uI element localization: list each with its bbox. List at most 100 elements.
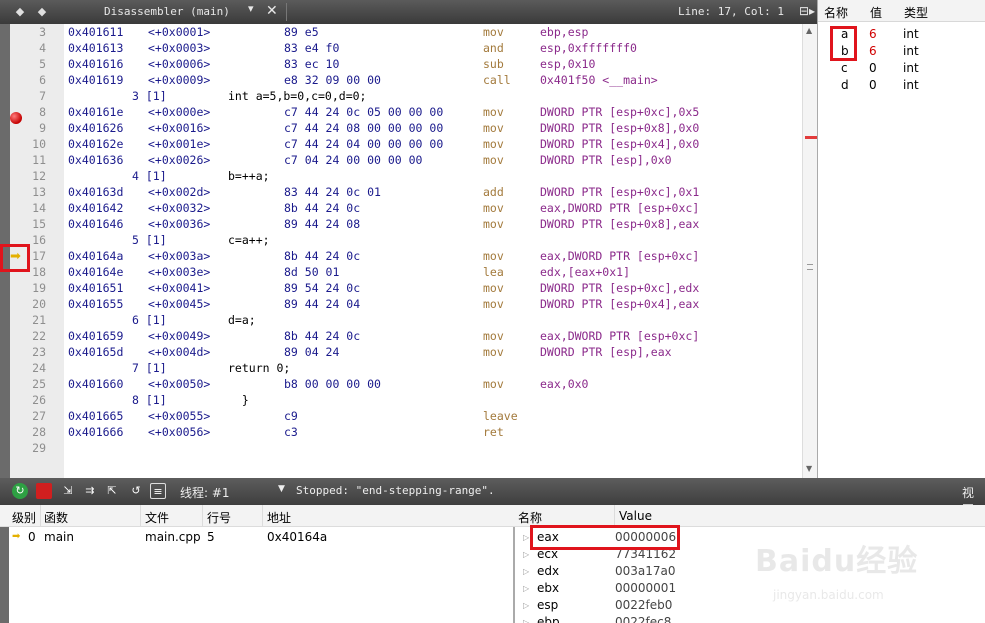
line-number: 11 xyxy=(32,153,46,167)
code-line[interactable]: 28 0x401666 <+0x0056> c3 ret xyxy=(10,424,802,440)
watch-name: c xyxy=(841,61,848,75)
expand-icon[interactable]: ▷ xyxy=(523,618,529,623)
opcode-bytes: 89 44 24 08 xyxy=(284,217,361,231)
code-line[interactable]: 8 0x40161e <+0x000e> c7 44 24 0c 05 00 00 0… xyxy=(10,104,802,120)
expand-icon[interactable]: ▷ xyxy=(523,584,529,593)
windows-menu-icon[interactable]: ≡ xyxy=(150,483,166,499)
register-value: 00000001 xyxy=(615,581,677,595)
column-divider[interactable] xyxy=(262,505,263,527)
mnemonic: mov xyxy=(483,25,504,39)
line-number: 12 xyxy=(32,169,46,183)
code-line[interactable]: 6 0x401619 <+0x0009> e8 32 09 00 00 call 0x40… xyxy=(10,72,802,88)
reg-col-name[interactable]: 名称 xyxy=(518,509,542,526)
cs-col-address[interactable]: 地址 xyxy=(267,509,291,526)
run-to-cursor-icon[interactable]: ↺ xyxy=(128,483,144,499)
code-line[interactable]: 13 0x40163d <+0x002d> 83 44 24 0c 01 add DWOR… xyxy=(10,184,802,200)
close-icon[interactable]: ✕ xyxy=(266,3,278,19)
step-over-icon[interactable]: ⇉ xyxy=(82,483,98,499)
code-line[interactable]: 5 0x401616 <+0x0006> 83 ec 10 sub esp,0x10 xyxy=(10,56,802,72)
column-divider[interactable] xyxy=(202,505,203,527)
instruction-offset: <+0x0045> xyxy=(148,297,211,311)
instruction-address: 0x401660 xyxy=(68,377,124,391)
instruction-address: 0x40161e xyxy=(68,105,124,119)
cs-col-function[interactable]: 函数 xyxy=(44,509,68,526)
call-stack-row[interactable]: ➡ 0 main main.cpp 5 0x40164a xyxy=(0,529,514,547)
mnemonic: mov xyxy=(483,329,504,343)
cs-level: 0 xyxy=(28,530,36,544)
scroll-up-icon[interactable]: ▲ xyxy=(806,26,812,35)
code-line[interactable]: 4 0x401613 <+0x0003> 83 e4 f0 and esp,0xfffff… xyxy=(10,40,802,56)
watch-col-type[interactable]: 类型 xyxy=(904,4,928,21)
expand-icon[interactable]: ▷ xyxy=(523,550,529,559)
breakpoint-icon[interactable] xyxy=(10,112,22,124)
instruction-offset: <+0x0055> xyxy=(148,409,211,423)
cs-col-level[interactable]: 级别 xyxy=(12,509,36,526)
expand-icon[interactable]: ▷ xyxy=(523,533,529,542)
code-line[interactable]: 15 0x401646 <+0x0036> 89 44 24 08 mov DWORD P… xyxy=(10,216,802,232)
mnemonic: and xyxy=(483,41,504,55)
code-line[interactable]: 7 3 [1] int a=5,b=0,c=0,d=0; xyxy=(10,88,802,104)
code-line[interactable]: 22 0x401659 <+0x0049> 8b 44 24 0c mov eax,DWO… xyxy=(10,328,802,344)
code-lines: 3 0x401611 <+0x0001> 89 e5 mov ebp,esp 4 0x4016… xyxy=(10,24,802,456)
instruction-offset: <+0x0001> xyxy=(148,25,211,39)
register-value: 003a17a0 xyxy=(615,564,676,578)
column-divider[interactable] xyxy=(140,505,141,527)
highlight-box xyxy=(530,525,680,550)
code-line[interactable]: 14 0x401642 <+0x0032> 8b 44 24 0c mov eax,DWO… xyxy=(10,200,802,216)
watch-row[interactable]: d 0 int xyxy=(818,77,985,94)
expand-icon[interactable]: ▷ xyxy=(523,567,529,576)
code-line[interactable]: 21 6 [1] d=a; xyxy=(10,312,802,328)
code-line[interactable]: 3 0x401611 <+0x0001> 89 e5 mov ebp,esp xyxy=(10,24,802,40)
watch-col-value[interactable]: 值 xyxy=(870,4,882,21)
back-arrow-icon[interactable]: ◆ xyxy=(12,4,28,20)
watch-row[interactable]: c 0 int xyxy=(818,60,985,77)
chevron-down-icon[interactable]: ▾ xyxy=(248,2,254,15)
register-value: 0022feb0 xyxy=(615,598,673,612)
chevron-down-icon[interactable]: ▼ xyxy=(278,484,285,494)
code-line[interactable]: 24 7 [1] return 0; xyxy=(10,360,802,376)
scroll-grip[interactable] xyxy=(807,264,813,270)
code-line[interactable]: 27 0x401665 <+0x0055> c9 leave xyxy=(10,408,802,424)
stop-icon[interactable] xyxy=(36,483,52,499)
step-out-icon[interactable]: ⇱ xyxy=(104,483,120,499)
code-line[interactable]: 19 0x401651 <+0x0041> 89 54 24 0c mov DWORD P… xyxy=(10,280,802,296)
reg-col-value[interactable]: Value xyxy=(619,509,652,523)
scroll-position-marker xyxy=(805,136,817,139)
split-view-icon[interactable]: ⊟▸ xyxy=(799,4,815,18)
mnemonic: call xyxy=(483,73,511,87)
register-name: edx xyxy=(537,564,560,578)
forward-arrow-icon[interactable]: ◆ xyxy=(34,4,50,20)
cs-col-file[interactable]: 文件 xyxy=(145,509,169,526)
scroll-down-icon[interactable]: ▼ xyxy=(806,464,812,473)
continue-icon[interactable]: ↻ xyxy=(12,483,28,499)
instruction-offset: <+0x0056> xyxy=(148,425,211,439)
register-row[interactable]: ▷ ebp 0022fec8 xyxy=(514,614,985,623)
column-divider[interactable] xyxy=(40,505,41,527)
line-number: 10 xyxy=(32,137,46,151)
disassembler-code-view[interactable]: 3 0x401611 <+0x0001> 89 e5 mov ebp,esp 4 0x4016… xyxy=(0,24,817,478)
code-line[interactable]: 18 0x40164e <+0x003e> 8d 50 01 lea edx,[eax+0… xyxy=(10,264,802,280)
code-line[interactable]: 16 5 [1] c=a++; xyxy=(10,232,802,248)
code-line[interactable]: 9 0x401626 <+0x0016> c7 44 24 08 00 00 00 0… xyxy=(10,120,802,136)
watches-panel: 名称 值 类型 a 6 int b 6 int c 0 int d 0 int xyxy=(817,0,985,478)
opcode-bytes: c7 04 24 00 00 00 00 xyxy=(284,153,423,167)
instruction-offset: <+0x000e> xyxy=(148,105,211,119)
code-line[interactable]: 12 4 [1] b=++a; xyxy=(10,168,802,184)
code-line[interactable]: 25 0x401660 <+0x0050> b8 00 00 00 00 mov eax,… xyxy=(10,376,802,392)
code-line[interactable]: 17 0x40164a <+0x003a> 8b 44 24 0c mov eax,DWO… xyxy=(10,248,802,264)
vertical-scrollbar[interactable]: ▲ ▼ xyxy=(802,24,817,478)
code-line[interactable]: 29 xyxy=(10,440,802,456)
code-line[interactable]: 26 8 [1] } xyxy=(10,392,802,408)
code-line[interactable]: 23 0x40165d <+0x004d> 89 04 24 mov DWORD PTR … xyxy=(10,344,802,360)
expand-icon[interactable]: ▷ xyxy=(523,601,529,610)
watch-col-name[interactable]: 名称 xyxy=(824,4,848,21)
watermark-logo: Baidu经验 xyxy=(755,544,919,579)
thread-selector[interactable]: 线程: #1 xyxy=(180,484,230,501)
code-line[interactable]: 20 0x401655 <+0x0045> 89 44 24 04 mov DWORD P… xyxy=(10,296,802,312)
column-divider[interactable] xyxy=(614,505,615,527)
code-line[interactable]: 10 0x40162e <+0x001e> c7 44 24 04 00 00 00 … xyxy=(10,136,802,152)
instruction-offset: <+0x001e> xyxy=(148,137,211,151)
cs-col-line[interactable]: 行号 xyxy=(207,509,231,526)
step-into-icon[interactable]: ⇲ xyxy=(60,483,76,499)
code-line[interactable]: 11 0x401636 <+0x0026> c7 04 24 00 00 00 00 m… xyxy=(10,152,802,168)
